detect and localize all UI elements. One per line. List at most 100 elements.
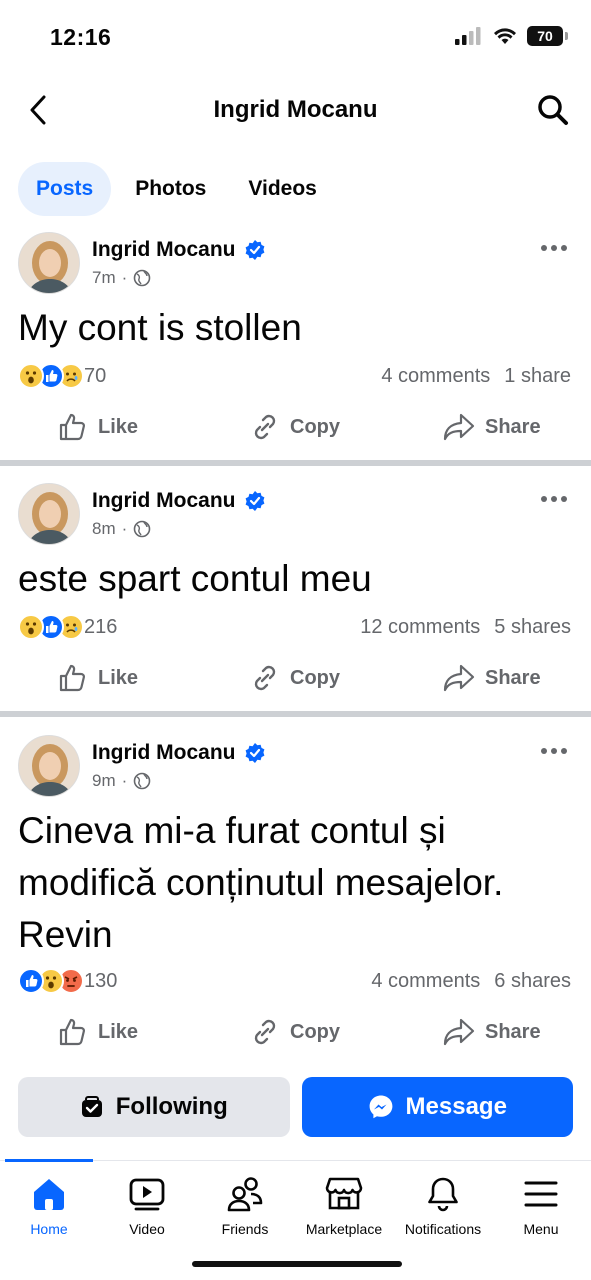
wow-reaction-icon	[18, 614, 44, 640]
nav-label: Friends	[221, 1221, 269, 1237]
globe-icon	[133, 269, 151, 287]
like-label: Like	[98, 666, 139, 689]
post-stats: 4 comments 1 share	[381, 365, 571, 388]
message-button[interactable]: Message	[301, 1077, 573, 1137]
reaction-summary[interactable]: 70	[18, 363, 106, 389]
tab-posts[interactable]: Posts	[18, 162, 112, 216]
status-icons: 70	[455, 26, 568, 46]
post-time: 7m	[92, 268, 116, 287]
following-label: Following	[115, 1093, 228, 1120]
like-button[interactable]: Like	[58, 663, 138, 693]
post-meta: 8m ·	[92, 519, 151, 539]
post-author[interactable]: Ingrid Mocanu	[92, 489, 266, 513]
share-count[interactable]: 1 share	[504, 365, 571, 388]
comment-count[interactable]: 4 comments	[371, 970, 480, 993]
comment-count[interactable]: 4 comments	[381, 365, 490, 388]
messenger-icon	[369, 1095, 392, 1119]
share-button[interactable]: Share	[443, 663, 541, 693]
post-actions: Like Copy Share	[0, 655, 591, 705]
post: Ingrid Mocanu 9m · Cineva mi-a furat con…	[0, 735, 591, 1065]
reaction-summary[interactable]: 130	[18, 968, 117, 994]
tab-videos[interactable]: Videos	[230, 162, 334, 216]
following-button[interactable]: Following	[18, 1077, 290, 1137]
post: Ingrid Mocanu 7m · My cont is stollen 70…	[0, 232, 591, 460]
like-label: Like	[98, 415, 139, 438]
post-meta: 7m ·	[92, 268, 151, 288]
avatar[interactable]	[18, 735, 80, 797]
avatar[interactable]	[18, 232, 80, 294]
wow-reaction-icon	[18, 363, 44, 389]
share-arrow-icon	[443, 1018, 475, 1046]
active-tab-indicator	[5, 1159, 93, 1162]
post-stats: 12 comments 5 shares	[360, 616, 571, 639]
search-button[interactable]	[533, 90, 573, 130]
like-button[interactable]: Like	[58, 412, 138, 442]
copy-button[interactable]: Copy	[250, 412, 340, 442]
share-button[interactable]: Share	[443, 412, 541, 442]
nav-home[interactable]: Home	[0, 1175, 98, 1237]
copy-button[interactable]: Copy	[250, 1017, 340, 1047]
more-dots-icon	[541, 496, 567, 502]
post-stats: 4 comments 6 shares	[371, 970, 571, 993]
nav-label: Marketplace	[305, 1221, 383, 1237]
more-options-button[interactable]	[537, 489, 571, 509]
more-options-button[interactable]	[537, 741, 571, 761]
globe-icon	[133, 520, 151, 538]
post-author[interactable]: Ingrid Mocanu	[92, 238, 266, 262]
link-icon	[254, 665, 276, 691]
profile-tabs: Posts Photos Videos	[18, 162, 335, 216]
reaction-summary[interactable]: 216	[18, 614, 117, 640]
nav-friends[interactable]: Friends	[196, 1175, 294, 1237]
nav-menu[interactable]: Menu	[492, 1175, 590, 1237]
post-divider	[0, 460, 591, 466]
share-count[interactable]: 6 shares	[494, 970, 571, 993]
thumbs-up-icon	[59, 413, 86, 441]
bell-icon	[428, 1177, 458, 1212]
message-label: Message	[405, 1093, 507, 1120]
status-time: 12:16	[50, 24, 112, 50]
reaction-count: 216	[84, 615, 118, 638]
nav-video[interactable]: Video	[98, 1175, 196, 1237]
copy-label: Copy	[290, 1020, 340, 1043]
top-bar: Ingrid Mocanu	[0, 80, 591, 142]
copy-label: Copy	[290, 415, 340, 438]
wifi-icon	[494, 28, 516, 44]
share-label: Share	[485, 415, 541, 438]
post-text: Cineva mi-a furat contul și modifică con…	[18, 810, 504, 955]
author-name: Ingrid Mocanu	[92, 741, 236, 764]
post-meta: 9m ·	[92, 771, 151, 791]
copy-button[interactable]: Copy	[250, 663, 340, 693]
nav-notifications[interactable]: Notifications	[394, 1175, 492, 1237]
tab-photos[interactable]: Photos	[117, 162, 224, 216]
marketplace-icon	[325, 1177, 363, 1210]
post-text: este spart contul meu	[18, 558, 372, 599]
post: Ingrid Mocanu 8m · este spart contul meu…	[0, 483, 591, 711]
home-icon	[34, 1179, 64, 1210]
nav-marketplace[interactable]: Marketplace	[295, 1175, 393, 1237]
post-text: My cont is stollen	[18, 307, 302, 348]
share-arrow-icon	[443, 413, 475, 441]
thumbs-up-icon	[59, 1018, 86, 1046]
menu-icon	[524, 1181, 558, 1207]
post-actions: Like Copy Share	[0, 404, 591, 454]
reaction-count: 70	[84, 364, 107, 387]
comment-count[interactable]: 12 comments	[360, 616, 480, 639]
like-button[interactable]: Like	[58, 1017, 138, 1047]
nav-label: Home	[30, 1221, 68, 1237]
author-name: Ingrid Mocanu	[92, 238, 236, 261]
share-count[interactable]: 5 shares	[494, 616, 571, 639]
profile-cta-row: Following Message	[18, 1077, 573, 1137]
share-button[interactable]: Share	[443, 1017, 541, 1047]
post-time: 9m	[92, 771, 116, 790]
more-dots-icon	[541, 748, 567, 754]
avatar[interactable]	[18, 483, 80, 545]
post-author[interactable]: Ingrid Mocanu	[92, 741, 266, 765]
post-divider	[0, 711, 591, 717]
more-dots-icon	[541, 245, 567, 251]
globe-icon	[133, 772, 151, 790]
page-title: Ingrid Mocanu	[213, 96, 378, 123]
home-indicator	[192, 1261, 402, 1267]
search-icon	[538, 95, 568, 125]
more-options-button[interactable]	[537, 238, 571, 258]
verified-badge-icon	[245, 743, 264, 763]
